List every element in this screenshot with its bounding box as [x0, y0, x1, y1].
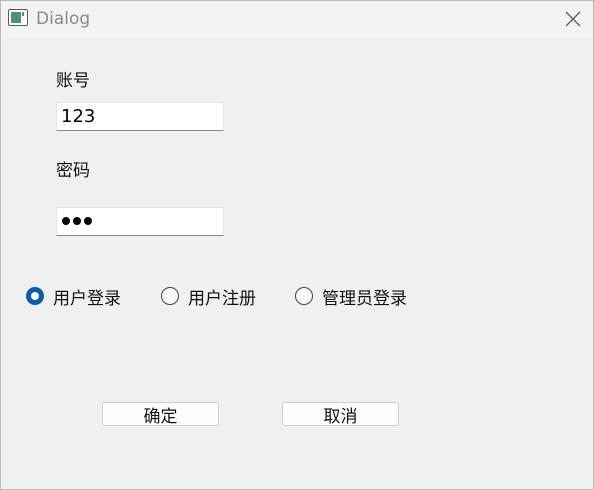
title-bar: Dialog: [1, 1, 593, 37]
close-icon: [565, 11, 581, 27]
radio-button[interactable]: [161, 287, 179, 305]
account-input[interactable]: [56, 102, 224, 131]
account-label: 账号: [56, 71, 90, 91]
password-mask: [62, 217, 92, 225]
radio-user-register-label: 用户注册: [188, 288, 256, 309]
radio-admin-login-label: 管理员登录: [322, 288, 407, 309]
ok-button[interactable]: 确定: [102, 402, 219, 427]
radio-user-login-label: 用户登录: [53, 288, 121, 309]
radio-admin-login[interactable]: 管理员登录: [295, 285, 407, 309]
window-title: Dialog: [36, 9, 91, 29]
password-input[interactable]: [56, 207, 224, 236]
cancel-button[interactable]: 取消: [282, 402, 399, 427]
radio-user-register[interactable]: 用户注册: [161, 285, 256, 309]
radio-button-selected[interactable]: [26, 287, 44, 305]
app-window-icon: [8, 9, 28, 26]
close-button[interactable]: [553, 1, 593, 37]
radio-button[interactable]: [295, 287, 313, 305]
password-label: 密码: [56, 161, 90, 181]
radio-admin-login-container: 管理员登录: [295, 281, 408, 311]
radio-user-login[interactable]: 用户登录: [26, 285, 121, 309]
dialog-window: Dialog 账号 密码 用户登录 用户注册 管理员登录 确定 取消: [0, 0, 594, 490]
